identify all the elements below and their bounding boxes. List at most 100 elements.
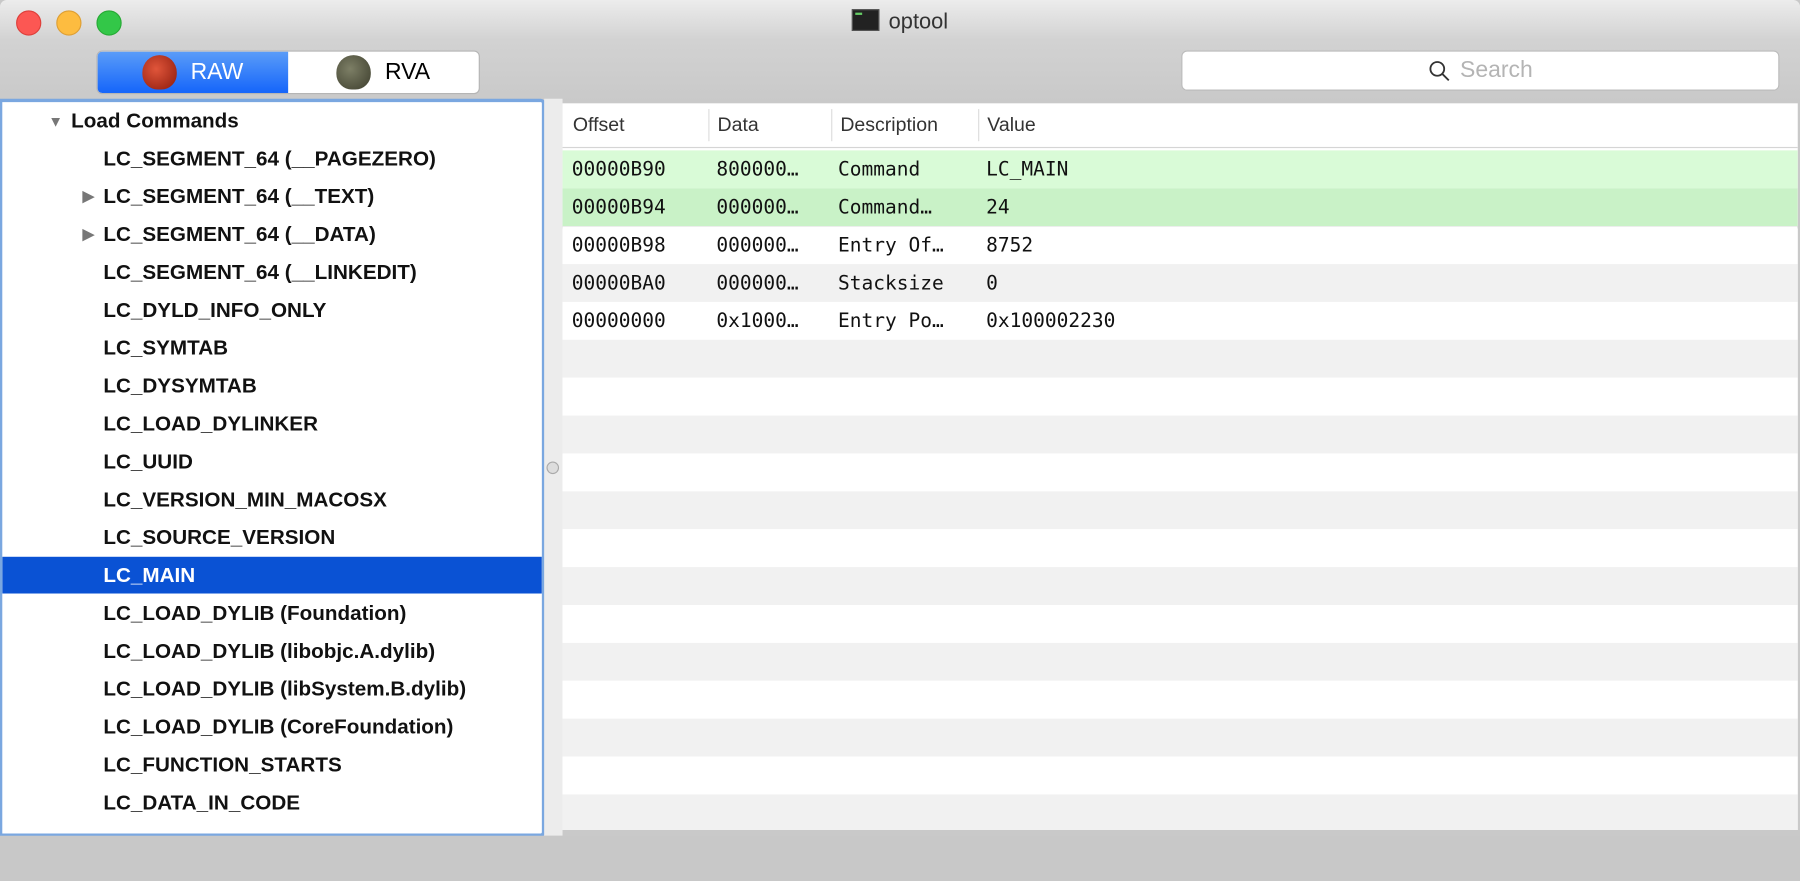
tree-item[interactable]: LC_DYLD_INFO_ONLY: [2, 292, 542, 329]
cell-data: 000000…: [716, 272, 799, 296]
column-value[interactable]: Value: [987, 114, 1035, 137]
tree-item-label: LC_SYMTAB: [103, 335, 229, 359]
cell-value: 24: [986, 196, 1010, 220]
tree-item[interactable]: LC_SOURCE_VERSION: [2, 519, 542, 556]
table-row[interactable]: 00000B94 000000… Command… 24: [562, 188, 1798, 229]
tree-item[interactable]: LC_MAIN: [2, 556, 542, 594]
table-row[interactable]: 00000000 0x1000… Entry Po… 0x100002230: [562, 301, 1798, 340]
disclosure-triangle-collapsed-icon[interactable]: ▶: [83, 187, 94, 205]
empty-row: [562, 756, 1798, 795]
rva-mode-button[interactable]: RVA: [288, 52, 479, 93]
column-description[interactable]: Description: [840, 114, 938, 137]
tree-item-label: LC_SEGMENT_64 (__PAGEZERO): [103, 146, 436, 170]
empty-row: [562, 453, 1798, 492]
tree-item[interactable]: LC_FUNCTION_STARTS: [2, 746, 542, 783]
cell-value: LC_MAIN: [986, 158, 1069, 182]
cell-data: 0x1000…: [716, 309, 799, 333]
tree-item-label: LC_DYSYMTAB: [103, 373, 257, 397]
window-title-text: optool: [888, 10, 949, 35]
tree-root-label: Load Commands: [71, 108, 239, 132]
empty-row: [562, 604, 1798, 643]
address-mode-segmented-control[interactable]: RAW RVA: [96, 50, 480, 95]
tree-item[interactable]: LC_SYMTAB: [2, 329, 542, 366]
tree-item[interactable]: LC_LOAD_DYLIB (Foundation): [2, 595, 542, 632]
details-table[interactable]: Offset Data Description Value 00000B90 80…: [562, 103, 1798, 831]
raw-label: RAW: [190, 59, 244, 85]
search-placeholder: Search: [1460, 57, 1533, 83]
empty-row: [562, 491, 1798, 530]
tree-item-label: LC_DATA_IN_CODE: [103, 790, 301, 814]
cell-value: 0x100002230: [986, 309, 1116, 333]
tree-item[interactable]: LC_DYSYMTAB: [2, 367, 542, 404]
cell-data: 800000…: [716, 158, 799, 182]
tree-item[interactable]: LC_DATA_IN_CODE: [2, 784, 542, 821]
tree-item[interactable]: LC_UUID: [2, 443, 542, 480]
tree-item-label: LC_MAIN: [103, 563, 196, 587]
tree-item[interactable]: LC_LOAD_DYLIB (libobjc.A.dylib): [2, 633, 542, 670]
tree-item-label: LC_LOAD_DYLIB (Foundation): [103, 600, 407, 624]
rva-label: RVA: [384, 59, 431, 85]
tree-item-label: LC_SOURCE_VERSION: [103, 525, 336, 549]
tree-item[interactable]: LC_SEGMENT_64 (__PAGEZERO): [2, 140, 542, 177]
cell-description: Stacksize: [838, 272, 944, 296]
table-row[interactable]: 00000BA0 000000… Stacksize 0: [562, 264, 1798, 302]
disclosure-triangle-expanded-icon[interactable]: ▼: [48, 112, 63, 129]
cell-description: Entry Po…: [838, 309, 944, 333]
empty-row: [562, 680, 1798, 719]
raw-mode-button[interactable]: RAW: [97, 51, 289, 93]
tree-item-label: LC_SEGMENT_64 (__LINKEDIT): [103, 260, 417, 283]
cell-data: 000000…: [716, 196, 799, 220]
table-row[interactable]: 00000B98 000000… Entry Of… 8752: [562, 226, 1798, 265]
tree-item[interactable]: LC_SEGMENT_64 (__LINKEDIT): [2, 254, 542, 291]
bottom-bar: [0, 835, 1800, 881]
cell-value: 8752: [986, 234, 1034, 258]
apple-icon: [142, 55, 177, 90]
tree-item-label: LC_FUNCTION_STARTS: [103, 752, 342, 776]
tree-item[interactable]: ▶ LC_SEGMENT_64 (__DATA): [2, 216, 542, 253]
title-bar: optool RAW RVA Search: [0, 0, 1800, 102]
tree-item-label: LC_LOAD_DYLIB (libobjc.A.dylib): [103, 638, 436, 662]
tree-item-label: LC_LOAD_DYLINKER: [103, 411, 319, 435]
tree-item[interactable]: LC_LOAD_DYLINKER: [2, 405, 542, 442]
empty-row: [562, 377, 1798, 416]
tree-item-label: LC_SEGMENT_64 (__DATA): [103, 222, 376, 246]
table-row[interactable]: 00000B90 800000… Command LC_MAIN: [562, 150, 1798, 189]
empty-row: [562, 794, 1798, 831]
cell-data: 000000…: [716, 234, 799, 258]
apple-icon: [336, 55, 372, 90]
tree-root-load-commands[interactable]: ▼ Load Commands: [2, 102, 542, 139]
disclosure-triangle-collapsed-icon[interactable]: ▶: [83, 225, 94, 243]
window-title: optool: [0, 9, 1800, 35]
empty-row: [562, 718, 1798, 757]
load-commands-outline[interactable]: ▼ Load Commands LC_SEGMENT_64 (__PAGEZER…: [0, 98, 546, 837]
tree-item[interactable]: LC_VERSION_MIN_MACOSX: [2, 481, 542, 518]
tree-item-label: LC_UUID: [103, 449, 193, 473]
cell-description: Command…: [838, 196, 933, 220]
empty-row: [562, 567, 1798, 605]
search-field[interactable]: Search: [1181, 50, 1780, 91]
empty-row: [562, 642, 1798, 681]
cell-offset: 00000BA0: [571, 272, 666, 296]
tree-item[interactable]: LC_LOAD_DYLIB (libSystem.B.dylib): [2, 670, 542, 707]
divider-handle[interactable]: [546, 461, 560, 475]
cell-offset: 00000B94: [571, 196, 666, 220]
tree-item-label: LC_SEGMENT_64 (__TEXT): [103, 184, 375, 208]
cell-offset: 00000B98: [571, 234, 666, 258]
cell-description: Command: [838, 158, 921, 182]
cell-offset: 00000000: [571, 309, 666, 333]
column-data[interactable]: Data: [718, 114, 759, 137]
cell-value: 0: [986, 272, 998, 296]
empty-row: [562, 339, 1798, 378]
cell-description: Entry Of…: [838, 234, 944, 258]
column-offset[interactable]: Offset: [573, 114, 625, 137]
tree-item-label: LC_VERSION_MIN_MACOSX: [103, 487, 387, 511]
search-icon: [1429, 60, 1450, 81]
tree-item-label: LC_DYLD_INFO_ONLY: [103, 297, 327, 321]
empty-row: [562, 529, 1798, 568]
tree-item[interactable]: ▶ LC_SEGMENT_64 (__TEXT): [2, 178, 542, 215]
empty-row: [562, 415, 1798, 454]
terminal-icon: [851, 9, 880, 31]
tree-item[interactable]: LC_LOAD_DYLIB (CoreFoundation): [2, 708, 542, 745]
app-window: optool RAW RVA Search ▼ Load Commands LC…: [0, 0, 1800, 881]
tree-item-label: LC_LOAD_DYLIB (CoreFoundation): [103, 714, 454, 738]
